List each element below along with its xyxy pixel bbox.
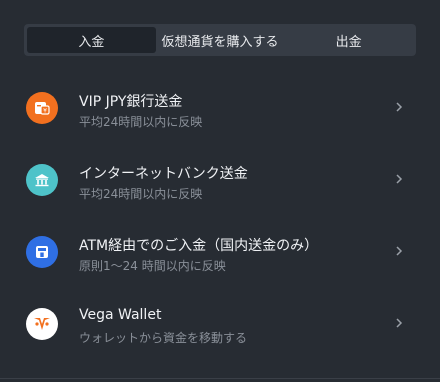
method-title: Vega Wallet	[79, 307, 162, 323]
deposit-tabs: 入金 仮想通貨を購入する 出金	[24, 24, 416, 56]
tab-withdraw[interactable]: 出金	[284, 27, 413, 53]
divider	[0, 378, 440, 379]
deposit-method-list: ¥ VIP JPY銀行送金 平均24時間以内に反映 インターネットバンク送金 平…	[0, 72, 440, 360]
tab-buy-crypto[interactable]: 仮想通貨を購入する	[156, 27, 285, 53]
chevron-right-icon	[396, 174, 403, 184]
svg-text:¥: ¥	[43, 107, 47, 114]
method-vip-jpy-bank[interactable]: ¥ VIP JPY銀行送金 平均24時間以内に反映	[0, 72, 440, 144]
method-subtitle: 原則1〜24 時間以内に反映	[79, 259, 226, 273]
method-atm[interactable]: ATM経由でのご入金（国内送金のみ） 原則1〜24 時間以内に反映	[0, 216, 440, 288]
bank-building-icon	[26, 164, 58, 196]
method-vega-wallet[interactable]: Vega Wallet ウォレットから資金を移動する	[0, 288, 440, 360]
method-title: VIP JPY銀行送金	[79, 94, 183, 110]
method-subtitle: 平均24時間以内に反映	[79, 187, 203, 201]
vega-wallet-icon	[26, 308, 58, 340]
method-subtitle: ウォレットから資金を移動する	[79, 331, 248, 345]
tab-deposit[interactable]: 入金	[27, 27, 156, 53]
bank-transfer-icon: ¥	[26, 92, 58, 124]
method-title: インターネットバンク送金	[79, 166, 248, 182]
chevron-right-icon	[396, 246, 403, 256]
method-internet-bank[interactable]: インターネットバンク送金 平均24時間以内に反映	[0, 144, 440, 216]
atm-icon	[26, 236, 58, 268]
method-subtitle: 平均24時間以内に反映	[79, 115, 203, 129]
chevron-right-icon	[396, 102, 403, 112]
method-title: ATM経由でのご入金（国内送金のみ）	[79, 238, 319, 254]
chevron-right-icon	[396, 318, 403, 328]
